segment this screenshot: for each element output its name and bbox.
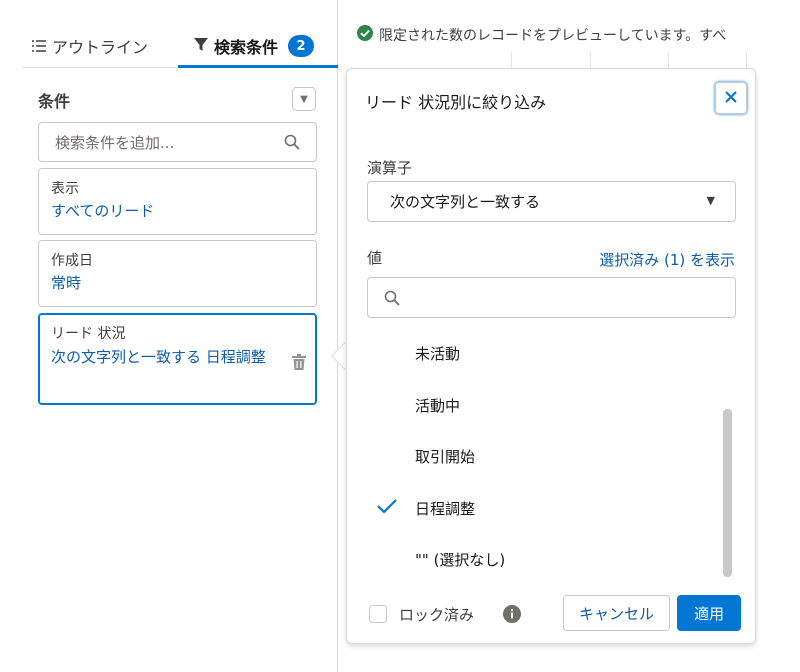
filter-card-label: リード 状況: [51, 326, 126, 342]
close-icon: [724, 89, 738, 108]
chevron-down-icon: ▼: [300, 93, 308, 105]
checkmark-icon: [377, 498, 397, 518]
preview-notice: 限定された数のレコードをプレビューしています。すべ: [339, 18, 800, 52]
panel-tabs: アウトライン 検索条件 2: [22, 24, 338, 68]
tab-outline-label: アウトライン: [52, 38, 149, 57]
list-item[interactable]: 日程調整: [367, 482, 727, 534]
value-label: 値: [367, 249, 383, 267]
delete-filter-trash-icon[interactable]: [292, 354, 306, 374]
add-filter-search-input[interactable]: 検索条件を追加...: [38, 122, 317, 162]
active-tab-indicator: [178, 65, 338, 68]
option-label: 日程調整: [415, 499, 476, 518]
info-icon[interactable]: [503, 605, 521, 627]
list-item[interactable]: 取引開始: [367, 430, 727, 482]
filters-count-badge: 2: [288, 35, 315, 57]
list-item[interactable]: "" (選択なし): [367, 533, 727, 579]
option-label: "" (選択なし): [415, 550, 506, 569]
tab-filters-label: 検索条件: [214, 38, 279, 57]
operator-select[interactable]: 次の文字列と一致する ▼: [367, 181, 736, 222]
locked-checkbox[interactable]: [369, 605, 387, 623]
filter-card-value: すべてのリード: [51, 202, 155, 220]
conditions-panel: アウトライン 検索条件 2 条件 ▼ 検索条件を追加... 表示 すべてのリード…: [0, 0, 338, 672]
close-button[interactable]: [715, 82, 747, 114]
scrollbar-thumb[interactable]: [723, 409, 732, 577]
tab-outline[interactable]: アウトライン: [32, 24, 148, 68]
value-search-input[interactable]: [367, 277, 736, 318]
value-options-list: 未活動 活動中 取引開始 日程調整 "" (選択なし): [367, 327, 740, 579]
add-filter-placeholder: 検索条件を追加...: [55, 133, 175, 152]
option-label: 活動中: [415, 396, 461, 415]
search-icon: [284, 134, 300, 154]
filter-card-created-date[interactable]: 作成日 常時: [38, 240, 317, 307]
apply-button[interactable]: 適用: [677, 595, 741, 631]
filter-card-value: 次の文字列と一致する 日程調整: [51, 348, 266, 366]
chevron-down-icon: ▼: [706, 194, 715, 207]
filter-card-value: 常時: [51, 274, 82, 292]
option-label: 取引開始: [415, 447, 476, 466]
preview-message: 限定された数のレコードをプレビューしています。すべ: [379, 28, 727, 44]
filter-card-lead-status[interactable]: リード 状況 次の文字列と一致する 日程調整: [38, 313, 317, 405]
filter-card-label: 作成日: [51, 253, 93, 269]
conditions-menu-button[interactable]: ▼: [292, 87, 316, 111]
operator-value: 次の文字列と一致する: [390, 193, 541, 211]
success-check-icon: [357, 25, 373, 45]
tab-filters[interactable]: 検索条件 2: [194, 24, 315, 68]
show-selected-link[interactable]: 選択済み (1) を表示: [599, 249, 735, 270]
list-item[interactable]: 未活動: [367, 327, 727, 379]
filter-card-show[interactable]: 表示 すべてのリード: [38, 168, 317, 235]
option-label: 未活動: [415, 344, 461, 363]
filter-icon: [194, 37, 208, 56]
filter-popover: リード 状況別に絞り込み 演算子 次の文字列と一致する ▼ 値 選択済み (1)…: [346, 68, 756, 644]
list-item[interactable]: 活動中: [367, 379, 727, 431]
cancel-button[interactable]: キャンセル: [563, 595, 670, 631]
locked-label: ロック済み: [399, 606, 475, 624]
operator-label: 演算子: [367, 159, 413, 177]
popover-title: リード 状況別に絞り込み: [365, 93, 547, 112]
conditions-title: 条件: [38, 92, 71, 111]
search-icon: [384, 290, 400, 310]
filter-card-label: 表示: [51, 181, 79, 197]
list-icon: [32, 37, 46, 56]
